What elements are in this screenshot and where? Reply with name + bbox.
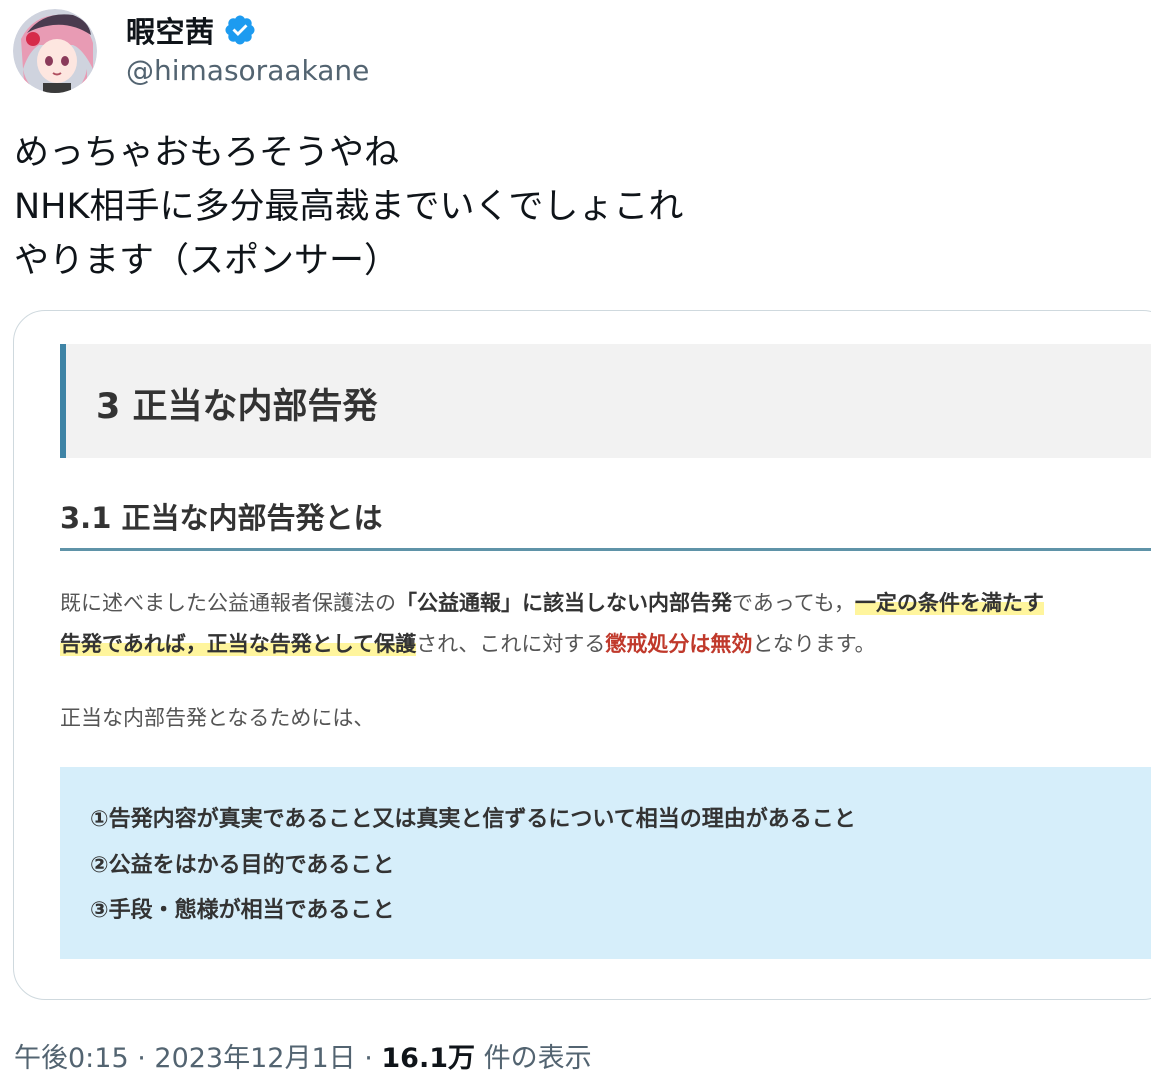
condition-item: ②公益をはかる目的であること xyxy=(90,853,395,878)
tweet-line: NHK相手に多分最高裁までいくでしょこれ xyxy=(14,187,684,227)
paragraph: 正当な内部告発となるためには、 xyxy=(60,706,375,730)
tweet-time[interactable]: 午後0:15 xyxy=(14,1043,129,1074)
bold-text: に該当しない内部告発 xyxy=(522,591,732,615)
paragraph-line: 既に述べました公益通報者保護法の「公益通報」に該当しない内部告発であっても，一定… xyxy=(60,583,1044,623)
meta-separator: · xyxy=(355,1043,382,1074)
text-span: となります。 xyxy=(752,632,876,656)
meta-separator: · xyxy=(128,1043,155,1074)
red-emphasis-text: 懲戒処分は無効 xyxy=(605,632,753,656)
user-handle[interactable]: @himasoraakane xyxy=(126,54,369,87)
section-heading: 3 正当な内部告発 xyxy=(96,387,378,427)
tweet-meta: 午後0:15 · 2023年12月1日 · 16.1万 件の表示 xyxy=(14,1036,592,1075)
tweet-date[interactable]: 2023年12月1日 xyxy=(154,1043,355,1074)
tweet-text: めっちゃおもろそうやね NHK相手に多分最高裁までいくでしょこれ やります（スポ… xyxy=(14,126,683,288)
text-span: 既に述べました公益通報者保護法の xyxy=(60,591,396,615)
text-span: であっても， xyxy=(732,591,855,615)
condition-item: ③手段・態様が相当であること xyxy=(90,898,395,923)
display-name-row: 暇空茜 xyxy=(126,9,257,51)
tweet-line: やります（スポンサー） xyxy=(14,241,400,281)
text-span: され、これに対する xyxy=(416,632,606,656)
views-label: 件の表示 xyxy=(475,1043,592,1074)
attached-image-card[interactable]: 3 正当な内部告発 3.1 正当な内部告発とは 既に述べました公益通報者保護法の… xyxy=(13,310,1151,1000)
avatar[interactable] xyxy=(13,9,97,93)
tweet-line: めっちゃおもろそうやね xyxy=(14,133,400,173)
views-count[interactable]: 16.1万 xyxy=(381,1043,475,1074)
highlighted-text: 一定の条件を満たす xyxy=(854,591,1044,615)
verified-badge-icon xyxy=(224,15,255,45)
display-name[interactable]: 暇空茜 xyxy=(126,9,215,51)
highlighted-text: 告発であれば，正当な告発として保護 xyxy=(60,632,417,656)
subsection-heading: 3.1 正当な内部告発とは xyxy=(60,501,383,535)
bold-text: 「公益通報」 xyxy=(396,591,522,615)
condition-item: ①告発内容が真実であること又は真実と信ずるについて相当の理由があること xyxy=(90,807,856,832)
conditions-box: ①告発内容が真実であること又は真実と信ずるについて相当の理由があること ②公益を… xyxy=(60,767,1151,959)
section-heading-box: 3 正当な内部告発 xyxy=(60,344,1151,458)
subsection-divider xyxy=(60,548,1151,551)
paragraph-line: 告発であれば，正当な告発として保護され、これに対する懲戒処分は無効となります。 xyxy=(60,624,876,664)
avatar-image xyxy=(13,9,97,93)
